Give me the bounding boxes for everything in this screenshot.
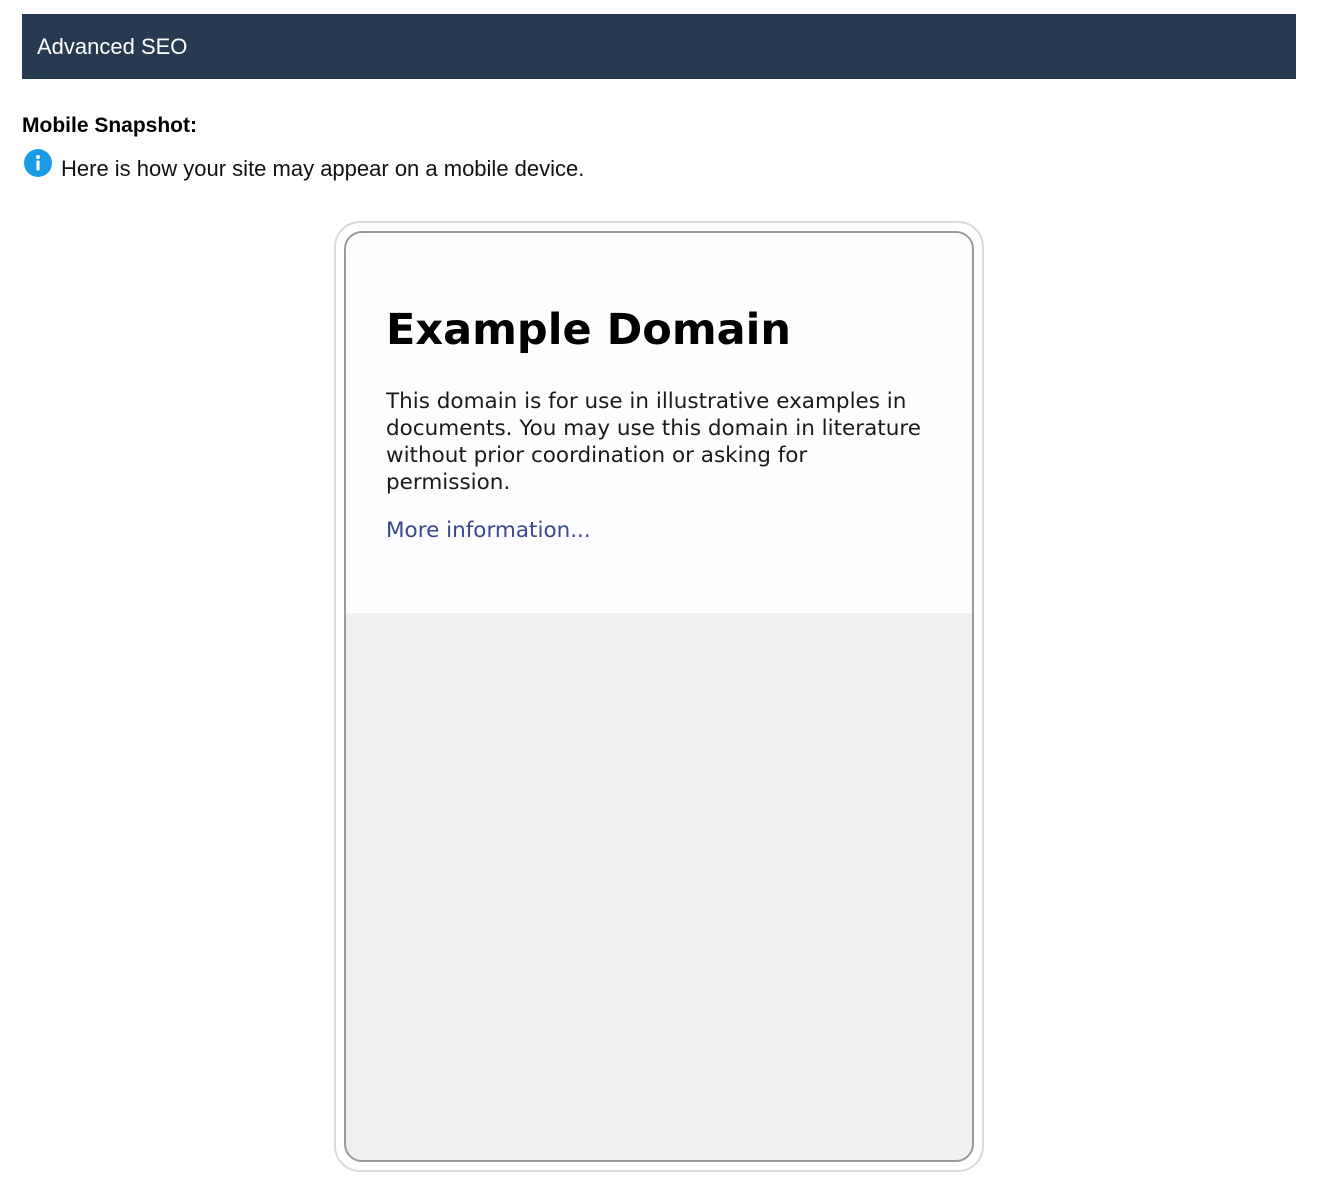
- mobile-preview-screen: Example Domain This domain is for use in…: [344, 231, 974, 1162]
- more-information-link[interactable]: More information...: [386, 518, 591, 543]
- preview-body-text: This domain is for use in illustrative e…: [386, 389, 921, 495]
- info-text: Here is how your site may appear on a mo…: [61, 156, 585, 181]
- info-icon: [24, 149, 52, 177]
- preview-heading: Example Domain: [386, 305, 791, 355]
- section-header: Advanced SEO: [22, 14, 1296, 79]
- preview-page: Example Domain This domain is for use in…: [346, 233, 972, 613]
- mobile-snapshot-label: Mobile Snapshot:: [22, 114, 197, 137]
- section-title: Advanced SEO: [37, 33, 188, 59]
- info-message: Here is how your site may appear on a mo…: [24, 149, 584, 182]
